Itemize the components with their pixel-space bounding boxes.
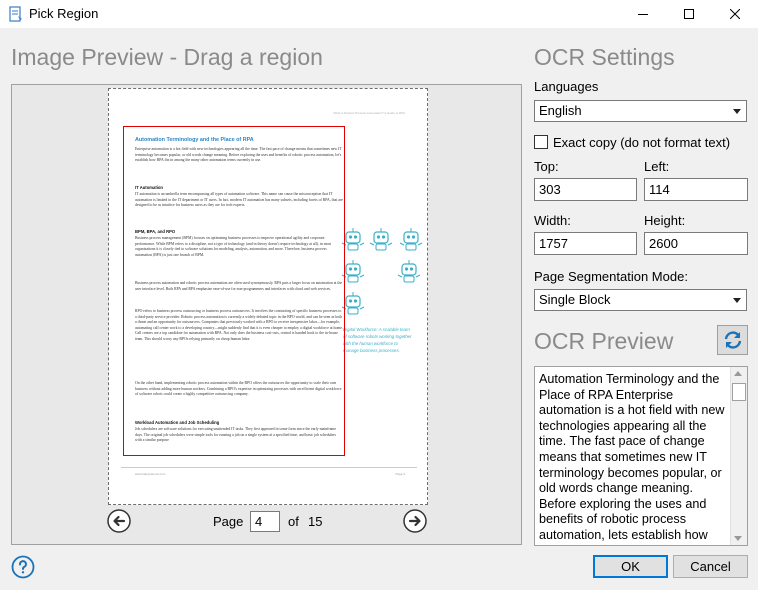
psm-select-value: Single Block <box>539 292 611 307</box>
document-page[interactable]: What is Robotic Process Automation? A Gu… <box>108 88 428 505</box>
robot-icon <box>397 260 421 283</box>
exact-copy-checkbox[interactable] <box>534 135 548 149</box>
maximize-button[interactable] <box>666 0 712 28</box>
cancel-button[interactable]: Cancel <box>673 555 748 578</box>
refresh-button[interactable] <box>717 325 748 355</box>
scrollbar-thumb[interactable] <box>732 383 746 401</box>
document-icon <box>9 6 22 22</box>
left-input[interactable]: 114 <box>644 178 748 201</box>
refresh-icon <box>724 331 741 349</box>
maximize-icon <box>684 9 694 19</box>
scroll-up-icon[interactable] <box>734 371 742 376</box>
chevron-down-icon <box>733 298 741 303</box>
help-button[interactable] <box>11 555 35 579</box>
window-title: Pick Region <box>29 6 99 21</box>
close-button[interactable] <box>712 0 758 28</box>
doc-footer-divider <box>121 467 417 468</box>
page-label: Page <box>213 514 244 529</box>
height-label: Height: <box>644 213 686 228</box>
title-bar: Pick Region <box>0 0 758 28</box>
robot-icon <box>369 228 393 251</box>
width-input[interactable]: 1757 <box>534 232 637 255</box>
ok-button[interactable]: OK <box>593 555 668 578</box>
image-preview-canvas[interactable]: What is Robotic Process Automation? A Gu… <box>11 84 522 545</box>
minimize-button[interactable] <box>620 0 666 28</box>
of-label: of <box>288 514 299 529</box>
next-page-button[interactable] <box>403 509 427 533</box>
language-select[interactable]: English <box>534 100 747 122</box>
ocr-preview-text: Automation Terminology and the Place of … <box>539 372 725 545</box>
minimize-icon <box>638 14 648 15</box>
psm-select[interactable]: Single Block <box>534 289 747 311</box>
robot-icon <box>399 228 423 251</box>
scroll-down-icon[interactable] <box>734 536 742 541</box>
top-label: Top: <box>534 159 559 174</box>
total-pages: 15 <box>308 514 323 529</box>
psm-label: Page Segmentation Mode: <box>534 269 688 284</box>
left-label: Left: <box>644 159 670 174</box>
previous-page-button[interactable] <box>107 509 131 533</box>
selected-region[interactable] <box>123 126 345 456</box>
language-select-value: English <box>539 103 582 118</box>
close-icon <box>730 9 740 19</box>
ocr-settings-title: OCR Settings <box>534 44 675 70</box>
ocr-preview-title: OCR Preview <box>534 328 674 354</box>
page-number-input[interactable]: 4 <box>250 511 280 532</box>
ocr-preview-textbox[interactable]: Automation Terminology and the Place of … <box>534 366 748 546</box>
chevron-down-icon <box>733 109 741 114</box>
top-input[interactable]: 303 <box>534 178 637 201</box>
width-label: Width: <box>534 213 571 228</box>
exact-copy-label: Exact copy (do not format text) <box>553 135 731 150</box>
languages-label: Languages <box>534 79 599 94</box>
height-input[interactable]: 2600 <box>644 232 748 255</box>
doc-header: What is Robotic Process Automation? A Gu… <box>333 111 405 115</box>
ocr-preview-scrollbar[interactable] <box>730 367 747 545</box>
doc-footer-page: Page 3 <box>395 472 405 476</box>
doc-side-caption: Digital Workforce: A scalable team of so… <box>343 327 412 353</box>
image-preview-title: Image Preview - Drag a region <box>11 44 323 70</box>
doc-footer-url: www.helpsystems.com <box>135 472 166 476</box>
